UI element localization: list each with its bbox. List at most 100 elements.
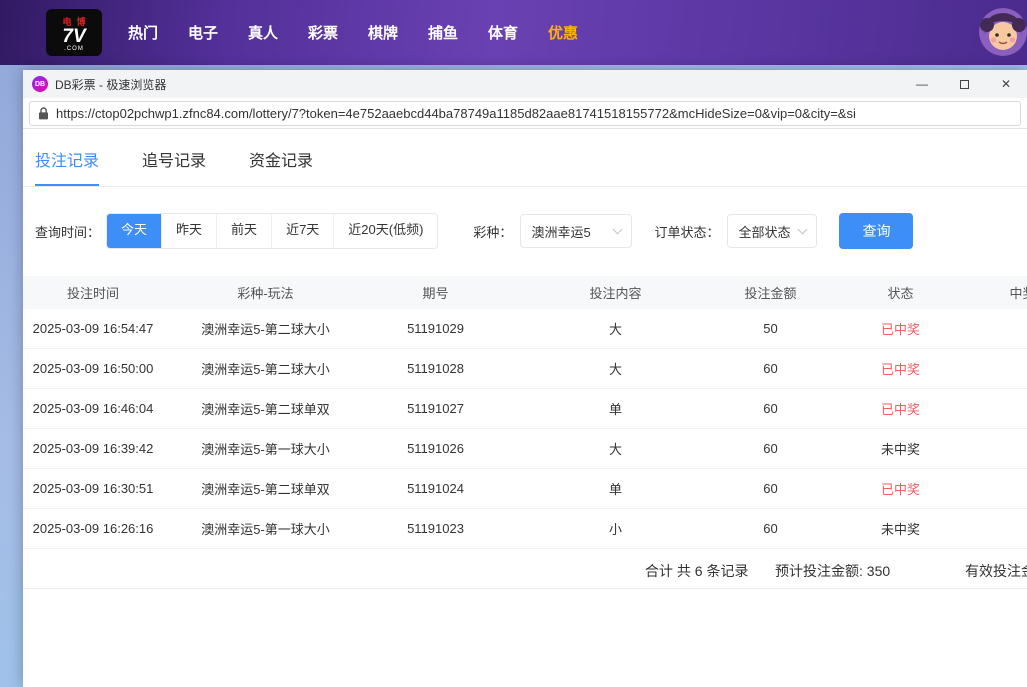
table-row: 2025-03-09 16:39:42 澳洲幸运5-第一球大小 51191026… bbox=[23, 429, 1027, 469]
cell-bet-time: 2025-03-09 16:30:51 bbox=[23, 481, 163, 496]
cell-game: 澳洲幸运5-第二球大小 bbox=[163, 359, 368, 378]
cell-amount: 60 bbox=[728, 521, 813, 536]
cell-status: 未中奖 bbox=[813, 439, 988, 458]
record-tabs: 投注记录 追号记录 资金记录 bbox=[23, 129, 1027, 187]
logo-text-7v: 7V bbox=[62, 28, 85, 46]
nav-item-slots[interactable]: 电子 bbox=[188, 22, 218, 43]
cell-amount: 60 bbox=[728, 441, 813, 456]
tab-chase-records[interactable]: 追号记录 bbox=[142, 147, 206, 186]
order-status-label: 订单状态： bbox=[654, 222, 719, 241]
browser-addressbar: https://ctop02pchwp1.zfnc84.com/lottery/… bbox=[23, 98, 1027, 129]
nav-item-lottery[interactable]: 彩票 bbox=[308, 22, 338, 43]
browser-favicon: DB bbox=[32, 76, 48, 92]
avatar-image bbox=[979, 8, 1027, 56]
header-status: 状态 bbox=[813, 283, 988, 302]
user-avatar[interactable] bbox=[979, 8, 1027, 56]
site-logo[interactable]: 电博 7V .COM bbox=[46, 9, 102, 56]
cell-prize: 9 bbox=[988, 321, 1027, 336]
search-button[interactable]: 查询 bbox=[839, 213, 913, 249]
window-title: DB彩票 - 极速浏览器 bbox=[55, 76, 166, 93]
table-header-row: 投注时间 彩种-玩法 期号 投注内容 投注金额 状态 中奖金额 bbox=[23, 276, 1027, 309]
nav-item-promo[interactable]: 优惠 bbox=[548, 22, 578, 43]
close-icon[interactable]: ✕ bbox=[985, 70, 1027, 98]
window-titlebar[interactable]: DB DB彩票 - 极速浏览器 — ✕ bbox=[23, 70, 1027, 98]
tab-bet-records[interactable]: 投注记录 bbox=[35, 147, 99, 186]
cell-content: 大 bbox=[503, 359, 728, 378]
header-amount: 投注金额 bbox=[728, 283, 813, 302]
minimize-icon[interactable]: — bbox=[901, 70, 943, 98]
cell-bet-time: 2025-03-09 16:39:42 bbox=[23, 441, 163, 456]
cell-game: 澳洲幸运5-第二球单双 bbox=[163, 479, 368, 498]
filter-bar: 查询时间： 今天 昨天 前天 近7天 近20天(低频) 彩种： 澳洲幸运5 订单… bbox=[35, 213, 1027, 249]
cell-bet-time: 2025-03-09 16:50:00 bbox=[23, 361, 163, 376]
cell-content: 单 bbox=[503, 479, 728, 498]
nav-item-sports[interactable]: 体育 bbox=[488, 22, 518, 43]
cell-content: 单 bbox=[503, 399, 728, 418]
cell-amount: 50 bbox=[728, 321, 813, 336]
summary-valid-amount: 有效投注金额: bbox=[965, 561, 1027, 581]
query-time-label: 查询时间： bbox=[35, 222, 100, 241]
time-range-group: 今天 昨天 前天 近7天 近20天(低频) bbox=[106, 213, 438, 249]
header-bet-time: 投注时间 bbox=[23, 283, 163, 302]
logo-text-com: .COM bbox=[64, 46, 84, 52]
summary-total-count: 合计 共 6 条记录 bbox=[645, 561, 748, 581]
cell-game: 澳洲幸运5-第一球大小 bbox=[163, 439, 368, 458]
header-issue: 期号 bbox=[368, 283, 503, 302]
table-row: 2025-03-09 16:54:47 澳洲幸运5-第二球大小 51191029… bbox=[23, 309, 1027, 349]
cell-prize: 1 bbox=[988, 361, 1027, 376]
cell-content: 小 bbox=[503, 519, 728, 538]
cell-issue: 51191028 bbox=[368, 361, 503, 376]
maximize-icon[interactable] bbox=[943, 70, 985, 98]
header-game: 彩种-玩法 bbox=[163, 283, 368, 302]
cell-status: 已中奖 bbox=[813, 399, 988, 418]
nav-item-cards[interactable]: 棋牌 bbox=[368, 22, 398, 43]
nav-item-fishing[interactable]: 捕鱼 bbox=[428, 22, 458, 43]
cell-prize: 1 bbox=[988, 401, 1027, 416]
time-option-20days[interactable]: 近20天(低频) bbox=[334, 214, 437, 248]
table-row: 2025-03-09 16:30:51 澳洲幸运5-第二球单双 51191024… bbox=[23, 469, 1027, 509]
time-option-7days[interactable]: 近7天 bbox=[272, 214, 334, 248]
cell-game: 澳洲幸运5-第二球单双 bbox=[163, 399, 368, 418]
cell-issue: 51191026 bbox=[368, 441, 503, 456]
time-option-daybefore[interactable]: 前天 bbox=[217, 214, 272, 248]
cell-game: 澳洲幸运5-第一球大小 bbox=[163, 519, 368, 538]
cell-status: 已中奖 bbox=[813, 359, 988, 378]
chevron-down-icon bbox=[613, 224, 623, 234]
cell-status: 已中奖 bbox=[813, 479, 988, 498]
browser-window: DB DB彩票 - 极速浏览器 — ✕ https://ctop02pchwp1… bbox=[23, 70, 1027, 687]
cell-issue: 51191024 bbox=[368, 481, 503, 496]
table-summary-row: 合计 共 6 条记录 预计投注金额: 350 有效投注金额: bbox=[23, 549, 1027, 589]
cell-bet-time: 2025-03-09 16:46:04 bbox=[23, 401, 163, 416]
page-content: 投注记录 追号记录 资金记录 查询时间： 今天 昨天 前天 近7天 近20天(低… bbox=[23, 129, 1027, 687]
cell-amount: 60 bbox=[728, 361, 813, 376]
url-text: https://ctop02pchwp1.zfnc84.com/lottery/… bbox=[56, 106, 856, 121]
cell-content: 大 bbox=[503, 439, 728, 458]
lottery-type-value: 澳洲幸运5 bbox=[531, 222, 590, 241]
time-option-today[interactable]: 今天 bbox=[107, 214, 162, 248]
table-row: 2025-03-09 16:46:04 澳洲幸运5-第二球单双 51191027… bbox=[23, 389, 1027, 429]
cell-bet-time: 2025-03-09 16:54:47 bbox=[23, 321, 163, 336]
url-field[interactable]: https://ctop02pchwp1.zfnc84.com/lottery/… bbox=[29, 101, 1021, 126]
cell-status: 未中奖 bbox=[813, 519, 988, 538]
header-prize: 中奖金额 bbox=[988, 283, 1027, 302]
site-topbar: 电博 7V .COM 热门 电子 真人 彩票 棋牌 捕鱼 体育 优惠 bbox=[0, 0, 1027, 65]
header-content: 投注内容 bbox=[503, 283, 728, 302]
order-status-value: 全部状态 bbox=[738, 222, 790, 241]
cell-game: 澳洲幸运5-第二球大小 bbox=[163, 319, 368, 338]
tab-fund-records[interactable]: 资金记录 bbox=[249, 147, 313, 186]
nav-item-live[interactable]: 真人 bbox=[248, 22, 278, 43]
nav-item-hot[interactable]: 热门 bbox=[128, 22, 158, 43]
cell-amount: 60 bbox=[728, 481, 813, 496]
window-controls: — ✕ bbox=[901, 70, 1027, 98]
cell-content: 大 bbox=[503, 319, 728, 338]
table-row: 2025-03-09 16:26:16 澳洲幸运5-第一球大小 51191023… bbox=[23, 509, 1027, 549]
cell-issue: 51191029 bbox=[368, 321, 503, 336]
summary-expected-amount: 预计投注金额: 350 bbox=[775, 561, 890, 581]
lottery-type-select[interactable]: 澳洲幸运5 bbox=[520, 214, 632, 248]
main-nav: 热门 电子 真人 彩票 棋牌 捕鱼 体育 优惠 bbox=[128, 22, 578, 43]
cell-status: 已中奖 bbox=[813, 319, 988, 338]
cell-bet-time: 2025-03-09 16:26:16 bbox=[23, 521, 163, 536]
order-status-select[interactable]: 全部状态 bbox=[727, 214, 817, 248]
time-option-yesterday[interactable]: 昨天 bbox=[162, 214, 217, 248]
cell-issue: 51191027 bbox=[368, 401, 503, 416]
